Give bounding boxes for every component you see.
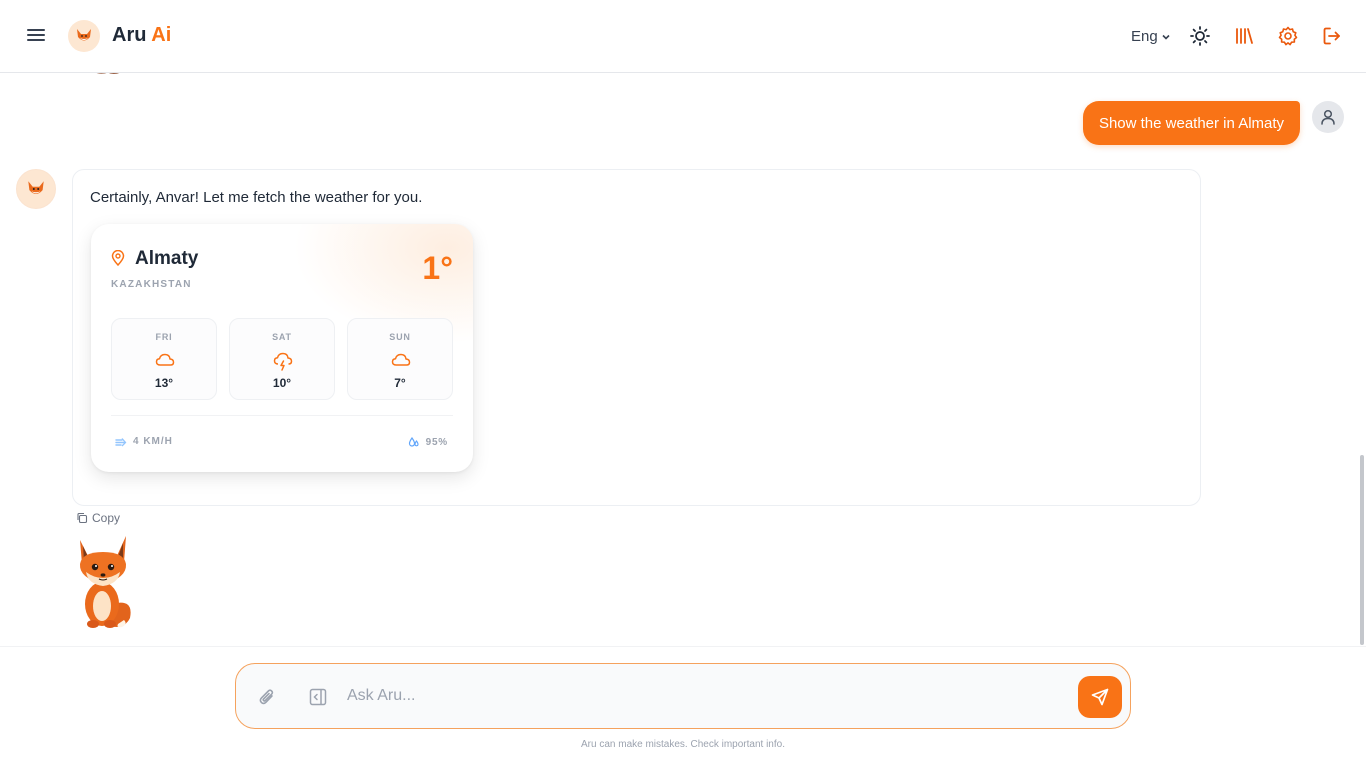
library-icon[interactable]	[1233, 25, 1255, 47]
location-pin-icon	[111, 250, 125, 266]
top-bar: Aru Ai Eng	[0, 0, 1366, 73]
wind-speed: 4 KM/H	[115, 436, 173, 447]
weather-country: KAZAKHSTAN	[111, 279, 192, 290]
brand-name: Aru	[112, 24, 147, 46]
settings-icon[interactable]	[1277, 25, 1299, 47]
forecast-day: SAT 10°	[229, 318, 335, 400]
logout-icon[interactable]	[1321, 25, 1343, 47]
send-button[interactable]	[1078, 676, 1122, 718]
cloud-icon	[391, 353, 411, 366]
brand-accent: Ai	[151, 24, 172, 46]
fox-mascot-image	[72, 534, 136, 630]
user-message-bubble: Show the weather in Almaty	[1083, 101, 1300, 145]
forecast-day-name: FRI	[155, 332, 173, 342]
send-icon	[1091, 688, 1109, 706]
weather-divider	[111, 415, 453, 416]
humidity-icon	[408, 436, 419, 447]
scrollbar[interactable]	[1360, 455, 1364, 645]
forecast-day-name: SUN	[389, 332, 411, 342]
weather-current-temp: 1°	[422, 250, 453, 286]
paperclip-icon[interactable]	[256, 686, 278, 708]
bot-avatar-icon	[16, 169, 56, 209]
menu-icon[interactable]	[24, 24, 48, 48]
thunderstorm-icon	[273, 352, 293, 371]
copy-label: Copy	[92, 511, 121, 525]
forecast-day-temp: 13°	[154, 376, 174, 390]
copy-button[interactable]: Copy	[76, 511, 120, 525]
sidebar-panel-icon[interactable]	[307, 686, 329, 708]
wind-speed-value: 4 KM/H	[133, 436, 173, 447]
forecast-day-name: SAT	[272, 332, 292, 342]
bot-message-text: Certainly, Anvar! Let me fetch the weath…	[90, 189, 423, 206]
weather-card: Almaty KAZAKHSTAN 1° FRI 13° SAT 10° SUN…	[91, 224, 473, 472]
brand-title[interactable]: Aru Ai	[112, 24, 171, 47]
weather-city: Almaty	[135, 248, 199, 269]
language-label: Eng	[1131, 28, 1158, 45]
bot-message-container: Certainly, Anvar! Let me fetch the weath…	[72, 169, 1201, 506]
user-avatar-icon	[1312, 101, 1344, 133]
forecast-day-temp: 10°	[272, 376, 292, 390]
forecast-day-temp: 7°	[394, 376, 406, 390]
wind-icon	[115, 437, 127, 446]
copy-icon	[77, 512, 88, 524]
language-selector[interactable]: Eng	[1131, 28, 1171, 45]
user-message-text: Show the weather in Almaty	[1098, 114, 1285, 132]
message-input[interactable]	[347, 680, 1067, 712]
sun-icon[interactable]	[1189, 25, 1211, 47]
humidity-value: 95%	[425, 436, 448, 448]
chevron-down-icon	[1162, 34, 1170, 40]
cloud-icon	[155, 353, 175, 366]
forecast-day: SUN 7°	[347, 318, 453, 400]
chat-composer	[235, 663, 1131, 729]
logo-fox-icon	[68, 20, 100, 52]
humidity: 95%	[408, 436, 448, 448]
disclaimer-text: Aru can make mistakes. Check important i…	[581, 739, 785, 750]
forecast-day: FRI 13°	[111, 318, 217, 400]
